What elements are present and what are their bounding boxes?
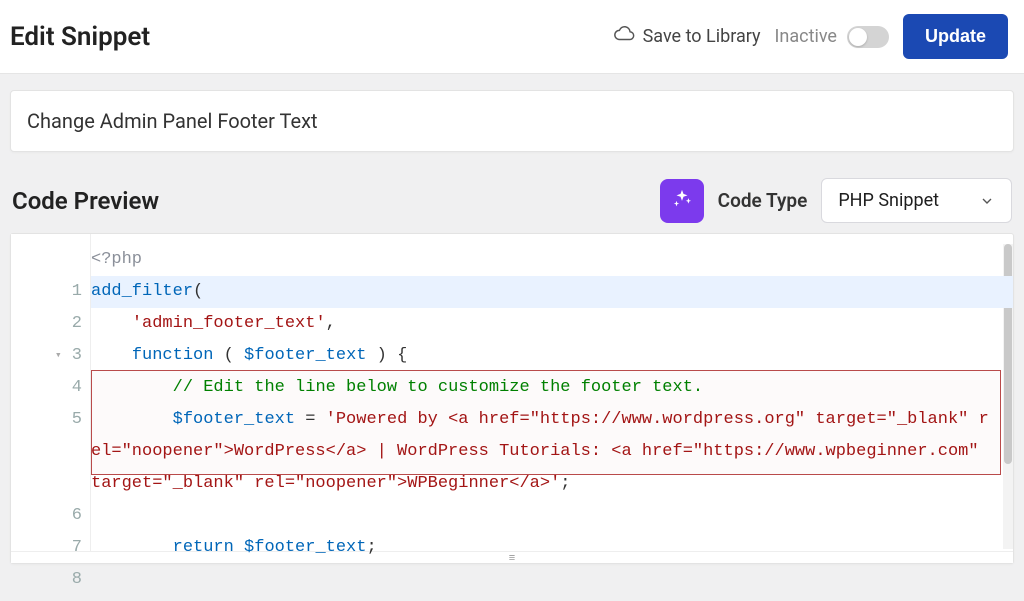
chevron-down-icon <box>979 193 995 209</box>
page-title: Edit Snippet <box>10 22 150 52</box>
line-number: 1 <box>11 276 90 308</box>
sparkle-icon <box>671 188 693 214</box>
snippet-title-input[interactable]: Change Admin Panel Footer Text <box>10 90 1014 152</box>
code-pane[interactable]: <?php add_filter( 'admin_footer_text', f… <box>91 234 1013 563</box>
line-number: 8 <box>11 564 90 596</box>
code-line: $footer_text = 'Powered by <a href="http… <box>91 404 1013 500</box>
code-line <box>91 500 1013 532</box>
code-line: // Edit the line below to customize the … <box>91 372 1013 404</box>
line-number <box>11 244 90 276</box>
line-number: 6 <box>11 500 90 532</box>
line-number: 5 <box>11 404 90 500</box>
ai-generate-button[interactable] <box>660 179 704 223</box>
code-line: return $footer_text; <box>91 532 1013 563</box>
line-number[interactable]: 3 <box>11 340 90 372</box>
code-line: add_filter( <box>91 276 1013 308</box>
status-toggle-group: Inactive <box>775 26 889 48</box>
status-label: Inactive <box>775 26 837 47</box>
code-line: <?php <box>91 244 1013 276</box>
active-toggle[interactable] <box>847 26 889 48</box>
cloud-icon <box>613 23 635 50</box>
header-actions: Save to Library Inactive Update <box>613 14 1008 59</box>
code-line: function ( $footer_text ) { <box>91 340 1013 372</box>
line-number: 4 <box>11 372 90 404</box>
content: Change Admin Panel Footer Text Code Prev… <box>0 74 1024 564</box>
code-section-head: Code Preview Code Type PHP Snippet <box>10 178 1014 223</box>
line-gutter: 1 2 3 4 5 6 7 8 <box>11 234 91 563</box>
code-type-select[interactable]: PHP Snippet <box>821 178 1012 223</box>
code-preview-title: Code Preview <box>12 187 159 215</box>
line-number: 2 <box>11 308 90 340</box>
code-type-label: Code Type <box>718 189 808 212</box>
save-to-library-button[interactable]: Save to Library <box>613 23 761 50</box>
page-header: Edit Snippet Save to Library Inactive Up… <box>0 0 1024 74</box>
code-type-value: PHP Snippet <box>838 190 939 211</box>
code-type-group: Code Type PHP Snippet <box>660 178 1012 223</box>
update-button[interactable]: Update <box>903 14 1008 59</box>
code-editor[interactable]: 1 2 3 4 5 6 7 8 <?php add_filter( 'admin… <box>10 233 1014 564</box>
code-line: 'admin_footer_text', <box>91 308 1013 340</box>
save-to-library-label: Save to Library <box>643 26 761 47</box>
